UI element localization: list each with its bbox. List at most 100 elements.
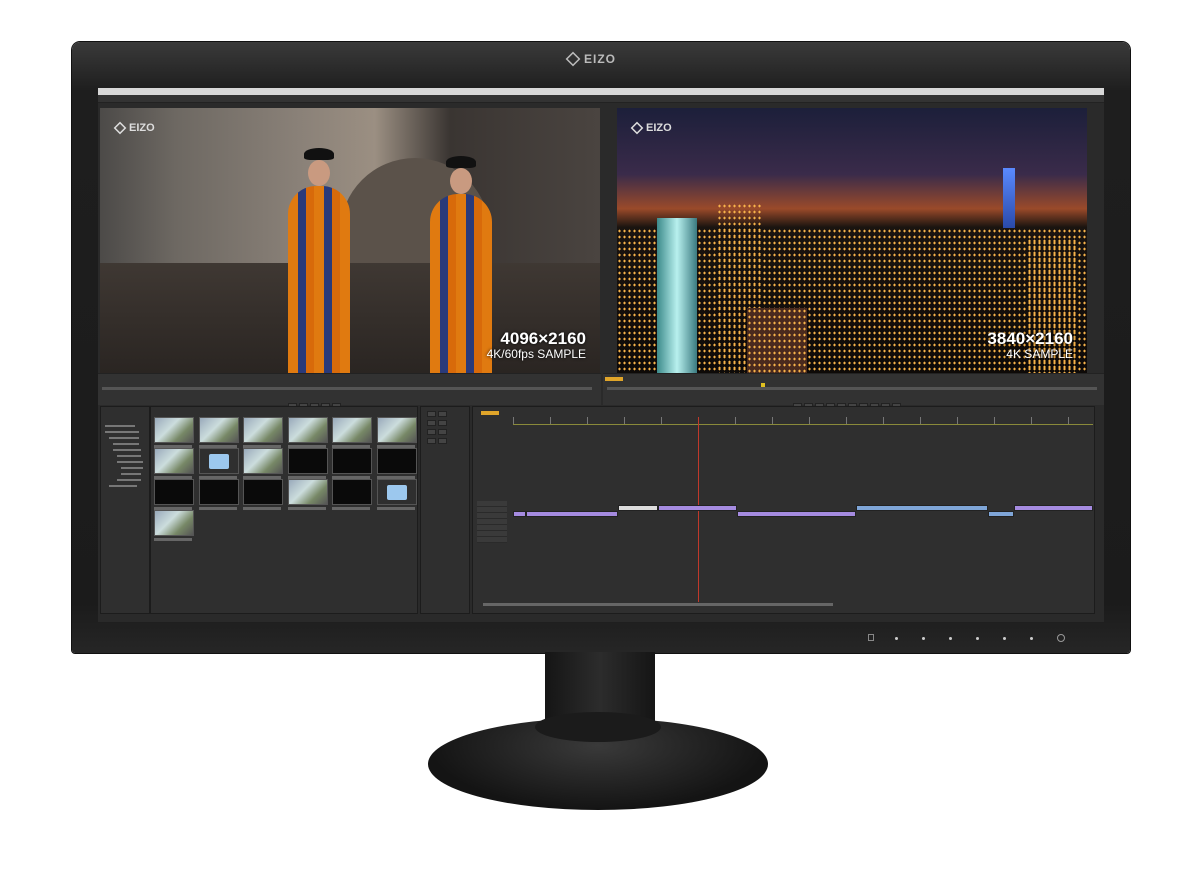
media-thumbnail[interactable] bbox=[198, 479, 239, 510]
razor-tool-icon[interactable] bbox=[438, 420, 447, 426]
guard-figure bbox=[430, 156, 492, 373]
media-thumbnail[interactable] bbox=[154, 479, 194, 510]
monitor-button[interactable] bbox=[895, 637, 898, 640]
media-thumbnail[interactable] bbox=[287, 417, 328, 448]
timeline-clip[interactable] bbox=[618, 505, 658, 511]
media-thumbnail[interactable] bbox=[287, 479, 328, 510]
pen-tool-icon[interactable] bbox=[438, 429, 447, 435]
monitor-button[interactable] bbox=[922, 637, 925, 640]
media-thumbnail[interactable] bbox=[376, 448, 417, 479]
media-thumbnail[interactable] bbox=[332, 448, 372, 479]
brand-name: EIZO bbox=[584, 52, 617, 66]
media-browser-tree[interactable] bbox=[100, 406, 150, 614]
monitor-button[interactable] bbox=[1030, 637, 1033, 640]
timeline-scrollbar[interactable] bbox=[483, 603, 833, 606]
media-thumbnail[interactable] bbox=[154, 510, 194, 541]
resolution-label: 3840×2160 bbox=[987, 329, 1073, 348]
timeline-panel[interactable] bbox=[472, 406, 1095, 614]
program-scrubber[interactable] bbox=[607, 387, 1097, 390]
media-thumbnail[interactable] bbox=[154, 448, 194, 479]
guard-figure bbox=[288, 148, 350, 373]
monitor-button[interactable] bbox=[1003, 637, 1006, 640]
program-timecode bbox=[605, 377, 623, 381]
track-headers[interactable] bbox=[477, 501, 507, 543]
media-browser-grid bbox=[150, 406, 418, 614]
thumbnail-label bbox=[154, 538, 192, 541]
watermark-text: EIZO bbox=[129, 122, 155, 134]
watermark: EIZO bbox=[630, 121, 672, 135]
time-ruler[interactable] bbox=[513, 417, 1093, 425]
clip-thumbnail bbox=[332, 448, 372, 474]
folder-icon bbox=[386, 485, 407, 500]
eizo-logo-icon bbox=[113, 121, 127, 135]
monitor-button[interactable] bbox=[976, 637, 979, 640]
thumbnail-label bbox=[332, 507, 370, 510]
stand-joint bbox=[535, 712, 661, 742]
thumbnail-label bbox=[376, 507, 415, 510]
clip-thumbnail bbox=[154, 448, 194, 474]
panel-tab-row[interactable] bbox=[98, 95, 1104, 103]
track-select-tool-icon[interactable] bbox=[438, 411, 447, 417]
timeline-clip[interactable] bbox=[513, 511, 527, 517]
clip-thumbnail bbox=[287, 448, 328, 474]
clip-thumbnail bbox=[243, 448, 283, 474]
clip-thumbnail bbox=[243, 417, 283, 443]
clip-thumbnail bbox=[154, 417, 194, 443]
clip-thumbnail bbox=[376, 448, 417, 474]
power-icon[interactable] bbox=[1057, 634, 1065, 642]
folder-icon bbox=[208, 454, 229, 469]
slip-tool-icon[interactable] bbox=[427, 429, 436, 435]
watermark: EIZO bbox=[113, 121, 155, 135]
media-thumbnail[interactable] bbox=[198, 448, 239, 479]
timeline-clip[interactable] bbox=[987, 511, 1014, 517]
zoom-tool-icon[interactable] bbox=[438, 438, 447, 444]
source-monitor-video[interactable]: EIZO 4096×2160 4K/60fps SAMPLE bbox=[100, 108, 600, 373]
clip-thumbnail bbox=[332, 417, 372, 443]
source-monitor-controls bbox=[98, 373, 601, 409]
clip-thumbnail bbox=[154, 479, 194, 505]
thumbnail-label bbox=[243, 507, 281, 510]
thumbnail-label bbox=[198, 507, 237, 510]
clip-thumbnail bbox=[376, 417, 417, 443]
selection-tool-icon[interactable] bbox=[427, 411, 436, 417]
media-thumbnail[interactable] bbox=[154, 417, 194, 448]
eizo-logo-icon bbox=[565, 51, 581, 67]
monitor-button[interactable] bbox=[949, 637, 952, 640]
timeline-clip[interactable] bbox=[855, 505, 988, 511]
timeline-clip[interactable] bbox=[1013, 505, 1093, 511]
media-thumbnail[interactable] bbox=[332, 479, 372, 510]
folder-thumbnail bbox=[198, 448, 239, 474]
brand-logo: EIZO bbox=[565, 51, 617, 67]
watermark-text: EIZO bbox=[646, 122, 672, 134]
media-thumbnail[interactable] bbox=[243, 417, 283, 448]
source-scrubber[interactable] bbox=[102, 387, 592, 390]
media-thumbnail[interactable] bbox=[376, 417, 417, 448]
tools-panel bbox=[420, 406, 470, 614]
resolution-label: 4096×2160 bbox=[500, 329, 586, 348]
building bbox=[657, 218, 697, 373]
empire-state-building bbox=[1003, 168, 1015, 228]
timeline-clip[interactable] bbox=[526, 511, 619, 517]
hand-tool-icon[interactable] bbox=[427, 438, 436, 444]
media-thumbnail[interactable] bbox=[198, 417, 239, 448]
media-thumbnail[interactable] bbox=[287, 448, 328, 479]
clip-thumbnail bbox=[287, 417, 328, 443]
folder-thumbnail bbox=[376, 479, 417, 505]
media-thumbnail[interactable] bbox=[243, 479, 283, 510]
clip-thumbnail bbox=[332, 479, 372, 505]
program-playhead[interactable] bbox=[761, 383, 765, 387]
sample-label: 4K/60fps SAMPLE bbox=[486, 347, 586, 361]
program-monitor-video[interactable]: EIZO 3840×2160 4K SAMPLE bbox=[617, 108, 1087, 373]
sensor-button[interactable] bbox=[868, 634, 874, 641]
ripple-tool-icon[interactable] bbox=[427, 420, 436, 426]
media-thumbnail[interactable] bbox=[332, 417, 372, 448]
media-thumbnail[interactable] bbox=[243, 448, 283, 479]
timeline-clip[interactable] bbox=[658, 505, 738, 511]
sample-label: 4K SAMPLE bbox=[1006, 347, 1073, 361]
screen: EIZO 4096×2160 4K/60fps SAMPLE EIZO 3840… bbox=[98, 88, 1104, 622]
clip-thumbnail bbox=[198, 479, 239, 505]
program-monitor-controls bbox=[603, 373, 1104, 409]
clip-thumbnail bbox=[198, 417, 239, 443]
media-thumbnail[interactable] bbox=[376, 479, 417, 510]
timeline-clip[interactable] bbox=[737, 511, 856, 517]
